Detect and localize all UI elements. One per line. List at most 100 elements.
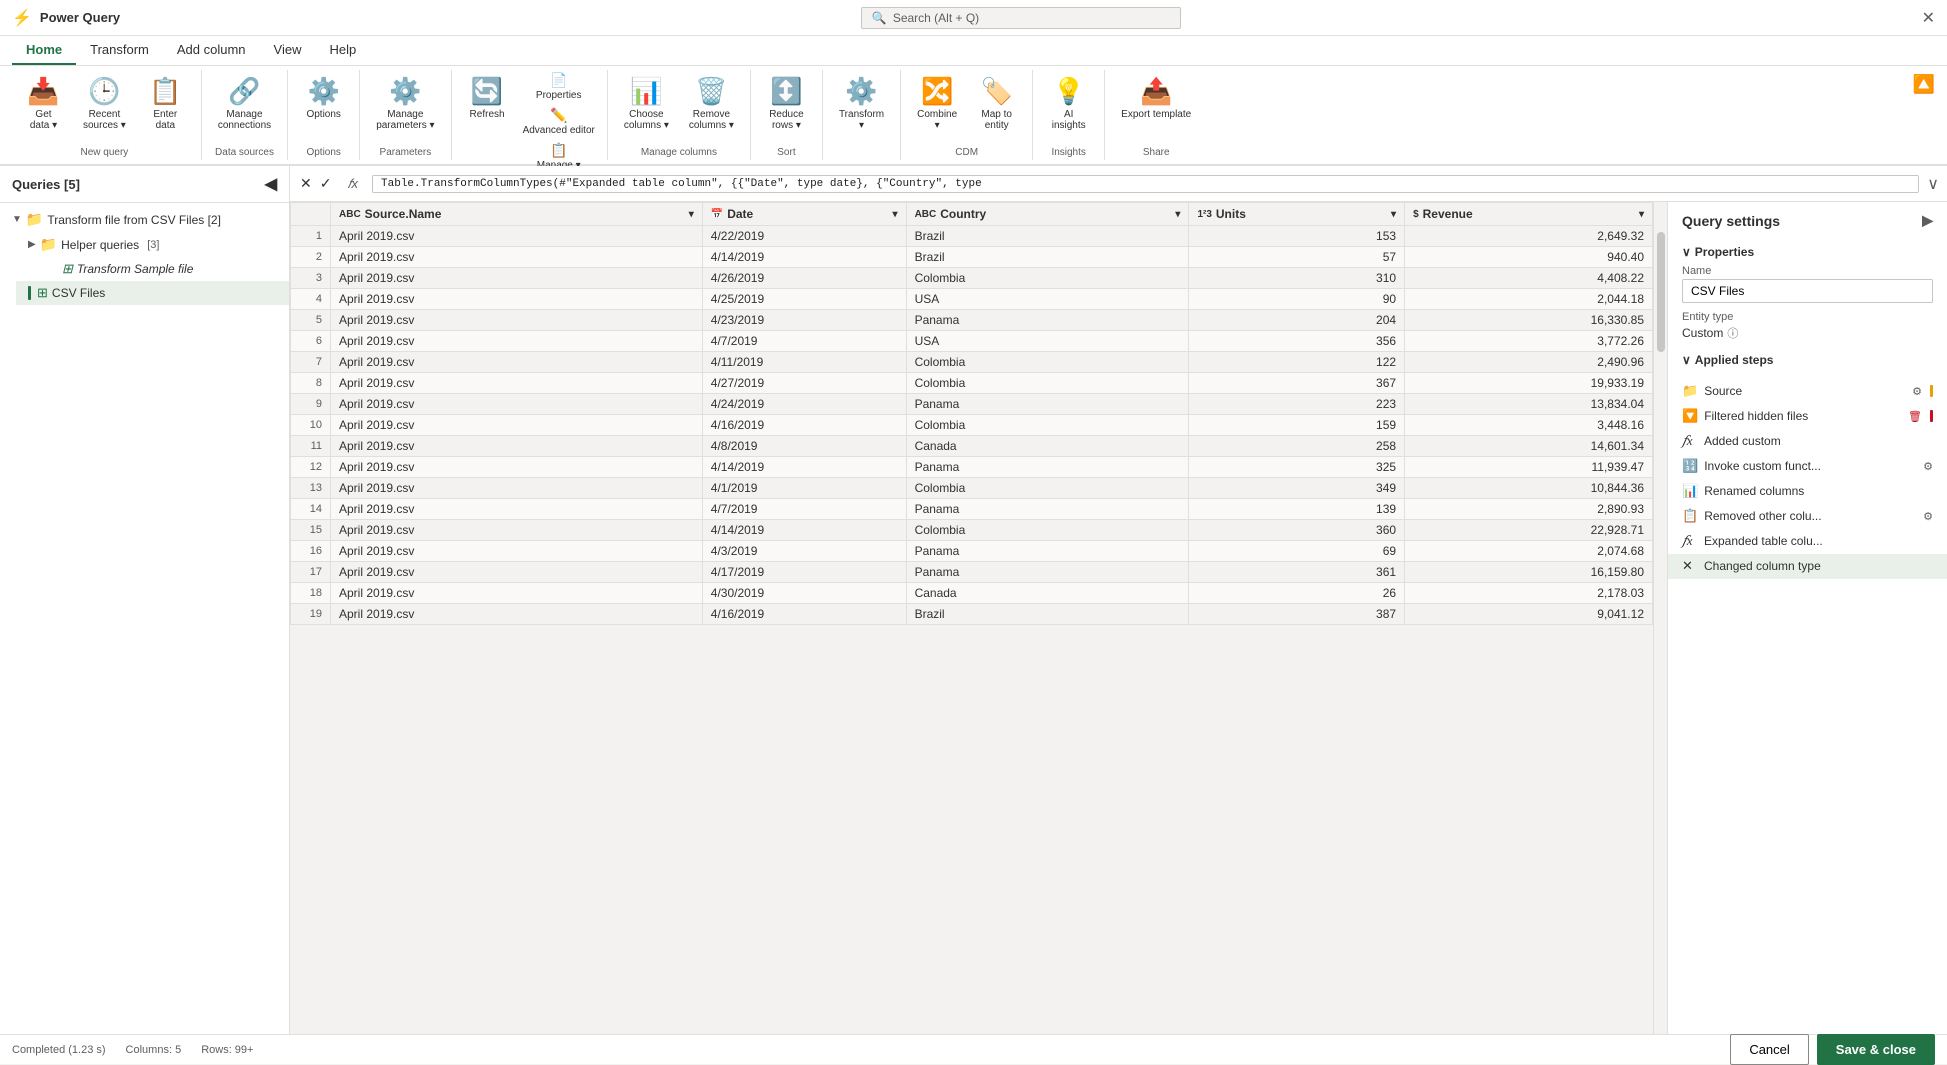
- col-header-date[interactable]: 📅 Date ▾: [702, 203, 906, 226]
- new-query-group-label: New query: [16, 145, 193, 160]
- choose-columns-button[interactable]: 📊 Choosecolumns ▾: [616, 70, 677, 137]
- formula-delete-icon[interactable]: ✕: [298, 173, 314, 194]
- col-header-country[interactable]: ABC Country ▾: [906, 203, 1189, 226]
- step-changed-type[interactable]: ✕ Changed column type: [1668, 554, 1947, 579]
- advanced-editor-button[interactable]: ✏️ Advanced editor: [519, 105, 599, 138]
- formula-input[interactable]: [372, 175, 1919, 193]
- cancel-button[interactable]: Cancel: [1730, 1034, 1808, 1065]
- properties-section-title: ∨ Properties: [1682, 245, 1933, 259]
- table-row[interactable]: 15April 2019.csv4/14/2019Colombia36022,9…: [291, 520, 1653, 541]
- refresh-button[interactable]: 🔄 Refresh: [460, 70, 515, 126]
- tab-transform[interactable]: Transform: [76, 36, 163, 65]
- transform-button[interactable]: ⚙️ Transform▾: [831, 70, 892, 137]
- formula-expand-icon[interactable]: ∨: [1927, 174, 1939, 194]
- source-name-label: Source.Name: [365, 207, 442, 221]
- sidebar-collapse-button[interactable]: ◀: [265, 174, 277, 194]
- step-removed-other[interactable]: 📋 Removed other colu... ⚙: [1682, 504, 1933, 529]
- save-close-button[interactable]: Save & close: [1817, 1034, 1935, 1065]
- sidebar-item-helper-queries[interactable]: ▶ 📁 Helper queries [3]: [16, 232, 289, 257]
- table-row[interactable]: 19April 2019.csv4/16/2019Brazil3879,041.…: [291, 604, 1653, 625]
- enter-data-button[interactable]: 📋 Enterdata: [138, 70, 193, 137]
- tab-home[interactable]: Home: [12, 36, 76, 65]
- table-row[interactable]: 12April 2019.csv4/14/2019Panama32511,939…: [291, 457, 1653, 478]
- close-button[interactable]: ✕: [1922, 8, 1935, 28]
- get-data-button[interactable]: 📥 Getdata ▾: [16, 70, 71, 137]
- date-filter-icon[interactable]: ▾: [893, 209, 898, 220]
- table-row[interactable]: 16April 2019.csv4/3/2019Panama692,074.68: [291, 541, 1653, 562]
- ribbon-collapse-button[interactable]: 🔼: [1913, 74, 1935, 95]
- table-row[interactable]: 9April 2019.csv4/24/2019Panama22313,834.…: [291, 394, 1653, 415]
- row-number-cell: 6: [291, 331, 331, 352]
- name-input[interactable]: [1682, 279, 1933, 303]
- table-row[interactable]: 13April 2019.csv4/1/2019Colombia34910,84…: [291, 478, 1653, 499]
- remove-columns-icon: 🗑️: [695, 76, 727, 107]
- sidebar-item-csv-files[interactable]: ⊞ CSV Files: [16, 281, 289, 305]
- combine-button[interactable]: 🔀 Combine▾: [909, 70, 965, 137]
- table-row[interactable]: 17April 2019.csv4/17/2019Panama36116,159…: [291, 562, 1653, 583]
- table-cell: April 2019.csv: [331, 520, 703, 541]
- formula-check-icon[interactable]: ✓: [318, 173, 334, 194]
- table-cell: 69: [1189, 541, 1405, 562]
- vertical-scrollbar[interactable]: [1653, 202, 1667, 1034]
- ai-insights-button[interactable]: 💡 AIinsights: [1041, 70, 1096, 137]
- row-number-cell: 8: [291, 373, 331, 394]
- table-cell: April 2019.csv: [331, 457, 703, 478]
- table-row[interactable]: 8April 2019.csv4/27/2019Colombia36719,93…: [291, 373, 1653, 394]
- formula-fx-label: 𝑓x: [341, 176, 364, 192]
- manage-parameters-button[interactable]: ⚙️ Manageparameters ▾: [368, 70, 442, 137]
- manage-connections-button[interactable]: 🔗 Manageconnections: [210, 70, 279, 137]
- applied-steps-section: ∨ Applied steps: [1668, 347, 1947, 379]
- col-header-units[interactable]: 1²3 Units ▾: [1189, 203, 1405, 226]
- table-row[interactable]: 14April 2019.csv4/7/2019Panama1392,890.9…: [291, 499, 1653, 520]
- ribbon-group-insights: 💡 AIinsights Insights: [1033, 70, 1105, 160]
- table-row[interactable]: 11April 2019.csv4/8/2019Canada25814,601.…: [291, 436, 1653, 457]
- col-header-revenue[interactable]: $ Revenue ▾: [1405, 203, 1653, 226]
- map-to-entity-button[interactable]: 🏷️ Map toentity: [969, 70, 1024, 137]
- export-template-button[interactable]: 📤 Export template: [1113, 70, 1199, 126]
- scroll-thumb[interactable]: [1657, 232, 1665, 352]
- col-header-source-name[interactable]: ABC Source.Name ▾: [331, 203, 703, 226]
- step-source-gear-icon[interactable]: ⚙: [1912, 385, 1922, 398]
- info-icon[interactable]: ⓘ: [1727, 325, 1738, 341]
- step-expanded[interactable]: 𝑓x Expanded table colu...: [1682, 529, 1933, 554]
- table-cell: 4/14/2019: [702, 457, 906, 478]
- reduce-rows-button[interactable]: ↕️ Reducerows ▾: [759, 70, 814, 137]
- country-filter-icon[interactable]: ▾: [1175, 209, 1180, 220]
- tab-add-column[interactable]: Add column: [163, 36, 260, 65]
- table-cell: 258: [1189, 436, 1405, 457]
- source-name-filter-icon[interactable]: ▾: [689, 209, 694, 220]
- table-cell: Colombia: [906, 520, 1189, 541]
- table-row[interactable]: 6April 2019.csv4/7/2019USA3563,772.26: [291, 331, 1653, 352]
- table-row[interactable]: 10April 2019.csv4/16/2019Colombia1593,44…: [291, 415, 1653, 436]
- table-row[interactable]: 7April 2019.csv4/11/2019Colombia1222,490…: [291, 352, 1653, 373]
- data-table-container[interactable]: ABC Source.Name ▾ 📅 Date ▾: [290, 202, 1653, 1034]
- table-row[interactable]: 1April 2019.csv4/22/2019Brazil1532,649.3…: [291, 226, 1653, 247]
- step-filtered-delete-icon[interactable]: 🗑: [1908, 410, 1922, 423]
- query-settings-expand-icon[interactable]: ▶: [1922, 212, 1933, 229]
- search-bar[interactable]: 🔍 Search (Alt + Q): [861, 7, 1181, 29]
- step-filtered-hidden[interactable]: 🔽 Filtered hidden files 🗑: [1682, 404, 1933, 429]
- step-added-custom[interactable]: 𝑓x Added custom: [1682, 429, 1933, 454]
- table-row[interactable]: 18April 2019.csv4/30/2019Canada262,178.0…: [291, 583, 1653, 604]
- step-invoke-gear-icon[interactable]: ⚙: [1923, 460, 1933, 473]
- remove-columns-button[interactable]: 🗑️ Removecolumns ▾: [681, 70, 742, 137]
- step-invoke-custom[interactable]: 🔢 Invoke custom funct... ⚙: [1682, 454, 1933, 479]
- tab-view[interactable]: View: [260, 36, 316, 65]
- sidebar-item-transform-sample[interactable]: ⊞ Transform Sample file: [32, 257, 289, 281]
- table-row[interactable]: 2April 2019.csv4/14/2019Brazil57940.40: [291, 247, 1653, 268]
- step-renamed[interactable]: 📊 Renamed columns: [1682, 479, 1933, 504]
- tab-help[interactable]: Help: [315, 36, 370, 65]
- table-row[interactable]: 3April 2019.csv4/26/2019Colombia3104,408…: [291, 268, 1653, 289]
- step-removed-gear-icon[interactable]: ⚙: [1923, 510, 1933, 523]
- properties-button[interactable]: 📄 Properties: [519, 70, 599, 103]
- queries-title: Queries [5]: [12, 177, 80, 192]
- step-source[interactable]: 📁 Source ⚙: [1682, 379, 1933, 404]
- sidebar-item-transform-file[interactable]: ▼ 📁 Transform file from CSV Files [2]: [0, 207, 289, 232]
- revenue-filter-icon[interactable]: ▾: [1639, 209, 1644, 220]
- units-filter-icon[interactable]: ▾: [1391, 209, 1396, 220]
- table-row[interactable]: 4April 2019.csv4/25/2019USA902,044.18: [291, 289, 1653, 310]
- recent-sources-button[interactable]: 🕒 Recentsources ▾: [75, 70, 134, 137]
- table-row[interactable]: 5April 2019.csv4/23/2019Panama20416,330.…: [291, 310, 1653, 331]
- options-button[interactable]: ⚙️ Options: [296, 70, 351, 126]
- table-cell: 122: [1189, 352, 1405, 373]
